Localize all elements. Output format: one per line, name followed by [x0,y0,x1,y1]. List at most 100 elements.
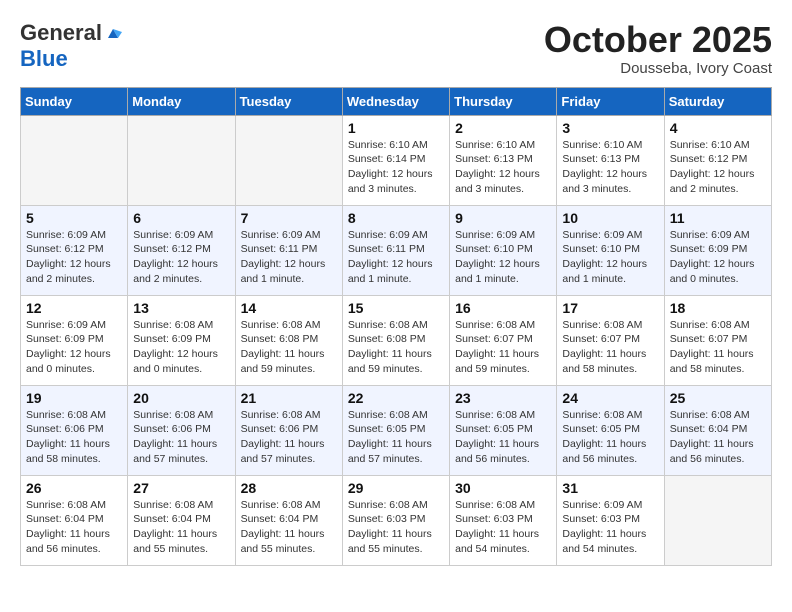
calendar-cell: 6 Sunrise: 6:09 AM Sunset: 6:12 PM Daylig… [128,205,235,295]
weekday-friday: Friday [557,87,664,115]
calendar-cell: 4Sunrise: 6:10 AM Sunset: 6:12 PM Daylig… [664,115,771,205]
day-info: Sunrise: 6:09 AM Sunset: 6:12 PM Dayligh… [133,228,229,287]
day-number: 30 [455,480,551,496]
day-number: 9 [455,210,551,226]
day-info: Sunrise: 6:09 AM Sunset: 6:09 PM Dayligh… [670,228,766,287]
calendar-cell: 13 Sunrise: 6:08 AM Sunset: 6:09 PM Dayli… [128,295,235,385]
day-number: 15 [348,300,444,316]
calendar-cell [128,115,235,205]
day-number: 4 [670,120,766,136]
day-number: 25 [670,390,766,406]
day-info: Sunrise: 6:08 AM Sunset: 6:04 PM Dayligh… [133,498,229,557]
day-number: 18 [670,300,766,316]
day-number: 24 [562,390,658,406]
day-info: Sunrise: 6:08 AM Sunset: 6:06 PM Dayligh… [241,408,337,467]
logo-icon [104,24,122,42]
day-info: Sunrise: 6:08 AM Sunset: 6:04 PM Dayligh… [670,408,766,467]
page-header: General Blue October 2025 Dousseba, Ivor… [20,20,772,77]
calendar-cell: 2Sunrise: 6:10 AM Sunset: 6:13 PM Daylig… [450,115,557,205]
day-number: 16 [455,300,551,316]
calendar-cell: 14 Sunrise: 6:08 AM Sunset: 6:08 PM Dayli… [235,295,342,385]
day-number: 2 [455,120,551,136]
calendar-table: SundayMondayTuesdayWednesdayThursdayFrid… [20,87,772,566]
calendar-cell: 31 Sunrise: 6:09 AM Sunset: 6:03 PM Dayli… [557,475,664,565]
calendar-cell: 16 Sunrise: 6:08 AM Sunset: 6:07 PM Dayli… [450,295,557,385]
calendar-cell: 22 Sunrise: 6:08 AM Sunset: 6:05 PM Dayli… [342,385,449,475]
week-row-1: 1 Sunrise: 6:10 AM Sunset: 6:14 PM Daylig… [21,115,772,205]
day-info: Sunrise: 6:08 AM Sunset: 6:08 PM Dayligh… [241,318,337,377]
title-block: October 2025 Dousseba, Ivory Coast [544,20,772,77]
day-info: Sunrise: 6:08 AM Sunset: 6:04 PM Dayligh… [26,498,122,557]
day-number: 13 [133,300,229,316]
day-info: Sunrise: 6:08 AM Sunset: 6:05 PM Dayligh… [562,408,658,467]
calendar-cell: 27 Sunrise: 6:08 AM Sunset: 6:04 PM Dayli… [128,475,235,565]
day-number: 28 [241,480,337,496]
weekday-tuesday: Tuesday [235,87,342,115]
calendar-cell: 18 Sunrise: 6:08 AM Sunset: 6:07 PM Dayli… [664,295,771,385]
day-info: Sunrise: 6:09 AM Sunset: 6:11 PM Dayligh… [241,228,337,287]
weekday-wednesday: Wednesday [342,87,449,115]
calendar-cell: 20 Sunrise: 6:08 AM Sunset: 6:06 PM Dayli… [128,385,235,475]
day-info: Sunrise: 6:09 AM Sunset: 6:12 PM Dayligh… [26,228,122,287]
day-number: 11 [670,210,766,226]
week-row-2: 5Sunrise: 6:09 AM Sunset: 6:12 PM Daylig… [21,205,772,295]
calendar-cell: 5Sunrise: 6:09 AM Sunset: 6:12 PM Daylig… [21,205,128,295]
day-info: Sunrise: 6:09 AM Sunset: 6:03 PM Dayligh… [562,498,658,557]
calendar-cell: 17 Sunrise: 6:08 AM Sunset: 6:07 PM Dayli… [557,295,664,385]
calendar-cell: 12Sunrise: 6:09 AM Sunset: 6:09 PM Dayli… [21,295,128,385]
calendar-cell: 28Sunrise: 6:08 AM Sunset: 6:04 PM Dayli… [235,475,342,565]
calendar-cell: 9 Sunrise: 6:09 AM Sunset: 6:10 PM Daylig… [450,205,557,295]
day-number: 14 [241,300,337,316]
calendar-cell: 10Sunrise: 6:09 AM Sunset: 6:10 PM Dayli… [557,205,664,295]
day-info: Sunrise: 6:09 AM Sunset: 6:10 PM Dayligh… [562,228,658,287]
week-row-3: 12Sunrise: 6:09 AM Sunset: 6:09 PM Dayli… [21,295,772,385]
day-number: 6 [133,210,229,226]
day-number: 29 [348,480,444,496]
day-number: 8 [348,210,444,226]
calendar-cell: 1 Sunrise: 6:10 AM Sunset: 6:14 PM Daylig… [342,115,449,205]
month-title: October 2025 [544,20,772,60]
day-number: 3 [562,120,658,136]
logo-blue-text: Blue [20,46,68,72]
day-number: 1 [348,120,444,136]
day-info: Sunrise: 6:08 AM Sunset: 6:03 PM Dayligh… [455,498,551,557]
weekday-thursday: Thursday [450,87,557,115]
day-info: Sunrise: 6:09 AM Sunset: 6:11 PM Dayligh… [348,228,444,287]
day-number: 27 [133,480,229,496]
logo-general-text: General [20,20,102,46]
calendar-cell: 26Sunrise: 6:08 AM Sunset: 6:04 PM Dayli… [21,475,128,565]
day-info: Sunrise: 6:08 AM Sunset: 6:07 PM Dayligh… [562,318,658,377]
day-info: Sunrise: 6:09 AM Sunset: 6:10 PM Dayligh… [455,228,551,287]
day-number: 7 [241,210,337,226]
weekday-header-row: SundayMondayTuesdayWednesdayThursdayFrid… [21,87,772,115]
day-info: Sunrise: 6:08 AM Sunset: 6:07 PM Dayligh… [455,318,551,377]
day-number: 22 [348,390,444,406]
location: Dousseba, Ivory Coast [544,60,772,77]
calendar-cell: 25 Sunrise: 6:08 AM Sunset: 6:04 PM Dayli… [664,385,771,475]
calendar-cell [21,115,128,205]
day-number: 19 [26,390,122,406]
day-number: 21 [241,390,337,406]
day-info: Sunrise: 6:08 AM Sunset: 6:06 PM Dayligh… [133,408,229,467]
day-info: Sunrise: 6:08 AM Sunset: 6:05 PM Dayligh… [348,408,444,467]
day-info: Sunrise: 6:08 AM Sunset: 6:07 PM Dayligh… [670,318,766,377]
day-info: Sunrise: 6:08 AM Sunset: 6:05 PM Dayligh… [455,408,551,467]
day-number: 17 [562,300,658,316]
calendar-cell [235,115,342,205]
calendar-cell: 21 Sunrise: 6:08 AM Sunset: 6:06 PM Dayli… [235,385,342,475]
day-info: Sunrise: 6:08 AM Sunset: 6:03 PM Dayligh… [348,498,444,557]
day-info: Sunrise: 6:08 AM Sunset: 6:09 PM Dayligh… [133,318,229,377]
day-info: Sunrise: 6:08 AM Sunset: 6:08 PM Dayligh… [348,318,444,377]
day-number: 20 [133,390,229,406]
weekday-monday: Monday [128,87,235,115]
calendar-cell: 30 Sunrise: 6:08 AM Sunset: 6:03 PM Dayli… [450,475,557,565]
weekday-sunday: Sunday [21,87,128,115]
day-info: Sunrise: 6:10 AM Sunset: 6:14 PM Dayligh… [348,138,444,197]
calendar-cell: 15 Sunrise: 6:08 AM Sunset: 6:08 PM Dayli… [342,295,449,385]
calendar-cell: 11 Sunrise: 6:09 AM Sunset: 6:09 PM Dayli… [664,205,771,295]
calendar-cell: 19 Sunrise: 6:08 AM Sunset: 6:06 PM Dayli… [21,385,128,475]
day-info: Sunrise: 6:08 AM Sunset: 6:06 PM Dayligh… [26,408,122,467]
calendar-cell: 7 Sunrise: 6:09 AM Sunset: 6:11 PM Daylig… [235,205,342,295]
calendar-cell: 24 Sunrise: 6:08 AM Sunset: 6:05 PM Dayli… [557,385,664,475]
day-number: 31 [562,480,658,496]
